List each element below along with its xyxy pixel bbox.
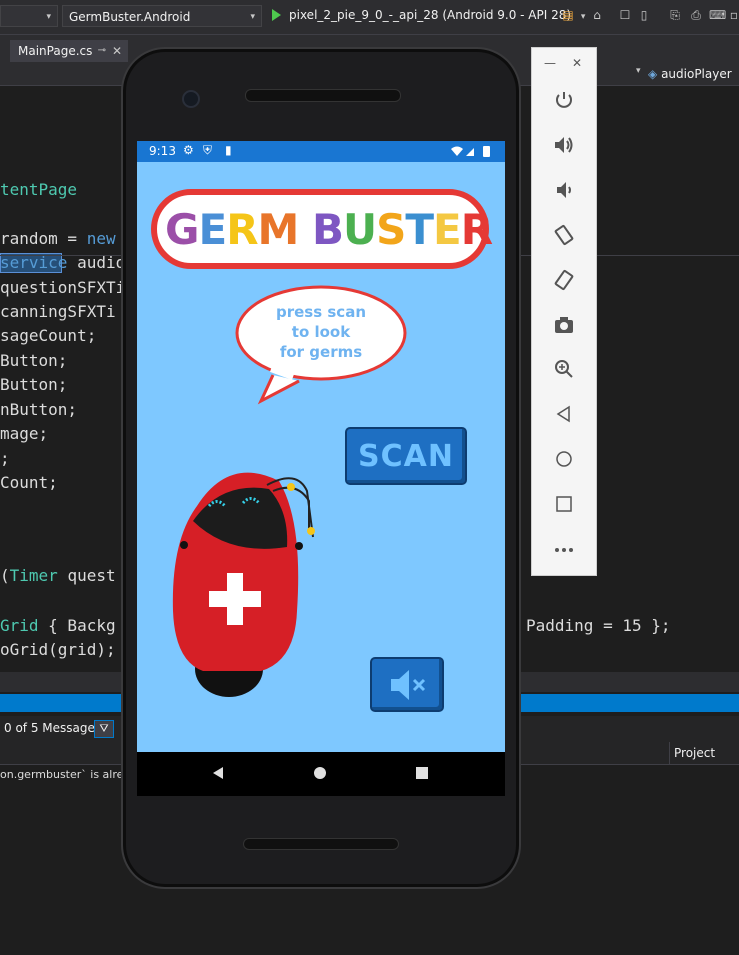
hint-line: press scan — [275, 303, 366, 321]
hint-line: to look — [291, 323, 351, 341]
member-combo[interactable]: ◈ audioPlayer — [648, 64, 739, 84]
android-status-bar: 9:13 ⚙ ⛨ ▮ — [137, 141, 505, 162]
title-letter: E — [198, 205, 227, 254]
emulator-controls: — ✕ — [531, 47, 597, 576]
device-manager-icon[interactable]: ▤ — [561, 8, 575, 22]
scan-button-label: SCAN — [358, 438, 454, 474]
code-line: Button; — [0, 351, 68, 370]
overview-icon[interactable] — [415, 766, 429, 780]
code-line: Grid { Backg — [0, 616, 116, 635]
zoom-icon[interactable] — [532, 357, 596, 381]
sd-card-icon: ▮ — [225, 143, 232, 157]
run-target-label: pixel_2_pie_9_0_-_api_28 (Android 9.0 - … — [289, 8, 572, 22]
volume-down-icon[interactable] — [532, 178, 596, 202]
shield-icon: ⛨ — [203, 143, 213, 157]
status-time: 9:13 — [149, 144, 176, 158]
error-list-row[interactable]: on.germbuster` is alrea — [0, 768, 130, 781]
code-line: Count; — [0, 473, 58, 492]
startup-project-combo[interactable]: GermBuster.Android ▾ — [62, 5, 262, 27]
more-icon[interactable] — [532, 538, 596, 562]
title-letter: B — [311, 205, 344, 254]
app-title: GERM BUSTER — [165, 195, 493, 265]
camera-icon[interactable] — [532, 313, 596, 337]
toolbar-icon[interactable]: ▯ — [637, 8, 651, 22]
code-fragment: Padding = 15 }; — [526, 616, 671, 635]
toolbar-icon[interactable]: ⌨ — [709, 8, 726, 22]
startup-project-label: GermBuster.Android — [69, 10, 191, 24]
volume-up-icon[interactable] — [532, 133, 596, 157]
chevron-down-icon: ▾ — [580, 12, 586, 22]
project-column-header[interactable]: Project — [669, 742, 739, 764]
tab-mainpage[interactable]: MainPage.cs ⊸ ✕ — [10, 40, 128, 62]
title-letter: R — [226, 205, 258, 254]
hint-text: press scan to look for germs — [247, 302, 395, 362]
minimize-button[interactable]: — — [544, 56, 556, 70]
member-combo-label: audioPlayer — [661, 67, 732, 81]
filter-icon[interactable]: ⛛ — [94, 720, 114, 738]
title-letter — [298, 205, 312, 254]
run-target-button[interactable]: pixel_2_pie_9_0_-_api_28 (Android 9.0 - … — [289, 8, 585, 22]
front-camera — [182, 90, 200, 108]
title-letter: M — [257, 205, 300, 254]
settings-icon: ⚙ — [183, 143, 194, 157]
back-icon[interactable] — [211, 766, 225, 780]
power-icon[interactable] — [532, 88, 596, 112]
code-line: canningSFXTi — [0, 302, 116, 321]
code-line: Button; — [0, 375, 68, 394]
code-line: (Timer quest — [0, 566, 116, 585]
speaker-mute-icon — [391, 669, 426, 700]
pin-icon[interactable]: ⊸ — [98, 40, 106, 62]
tab-label: MainPage.cs — [18, 44, 93, 58]
code-line: random = new — [0, 229, 116, 248]
run-icon[interactable] — [272, 9, 281, 21]
code-line: nButton; — [0, 400, 78, 419]
home-icon[interactable] — [313, 766, 327, 780]
rotate-left-icon[interactable] — [532, 223, 596, 247]
back-icon[interactable] — [532, 402, 596, 426]
signal-battery-icon — [451, 146, 490, 157]
vs-toolbar: ▾ GermBuster.Android ▾ pixel_2_pie_9_0_-… — [0, 0, 739, 35]
title-letter: E — [432, 205, 462, 254]
rotate-right-icon[interactable] — [532, 268, 596, 292]
close-button[interactable]: ✕ — [572, 56, 582, 70]
app-title-text: GERM BUSTER — [165, 205, 493, 254]
messages-filter-toggle[interactable]: 0 of 5 Messages — [4, 721, 101, 735]
scan-button[interactable]: SCAN — [345, 427, 467, 485]
code-line: mage; — [0, 424, 49, 443]
field-icon: ◈ — [648, 67, 658, 81]
speaker-grille — [243, 838, 399, 850]
toolbar-icon[interactable]: ⎙ — [689, 8, 703, 22]
chevron-down-icon: ▾ — [46, 12, 51, 22]
code-line: sageCount; — [0, 326, 97, 345]
speaker-grille — [245, 89, 401, 102]
title-letter: T — [405, 205, 434, 254]
close-icon[interactable]: ✕ — [112, 40, 122, 62]
home-icon[interactable] — [532, 447, 596, 471]
code-line: ; — [0, 449, 10, 468]
phone-screen[interactable]: 9:13 ⚙ ⛨ ▮ GERM BUSTER press scan to loo… — [137, 141, 505, 752]
chevron-down-icon[interactable]: ▾ — [636, 66, 641, 76]
mute-button[interactable] — [370, 657, 444, 712]
code-line: oGrid(grid); — [0, 640, 116, 659]
title-letter: R — [460, 205, 493, 254]
title-letter: G — [165, 205, 199, 254]
code-line: questionSFXTi — [0, 278, 126, 297]
hint-line: for germs — [279, 343, 363, 361]
code-line: tentPage — [0, 180, 78, 199]
solution-config-combo[interactable]: ▾ — [0, 5, 58, 27]
toolbar-icon[interactable]: ☐ — [618, 8, 632, 22]
overview-icon[interactable] — [532, 492, 596, 516]
code-line: service audio — [0, 253, 126, 272]
toolbar-icon[interactable]: ⎘ — [668, 8, 682, 22]
germ-buster-robot — [172, 472, 315, 697]
toolbar-icon[interactable]: ▫ — [727, 8, 739, 22]
chevron-down-icon: ▾ — [250, 12, 255, 22]
home-toolbar-icon[interactable]: ⌂ — [590, 8, 604, 22]
title-letter: U — [342, 205, 377, 254]
android-nav-bar — [137, 752, 505, 796]
title-letter: S — [376, 205, 406, 254]
